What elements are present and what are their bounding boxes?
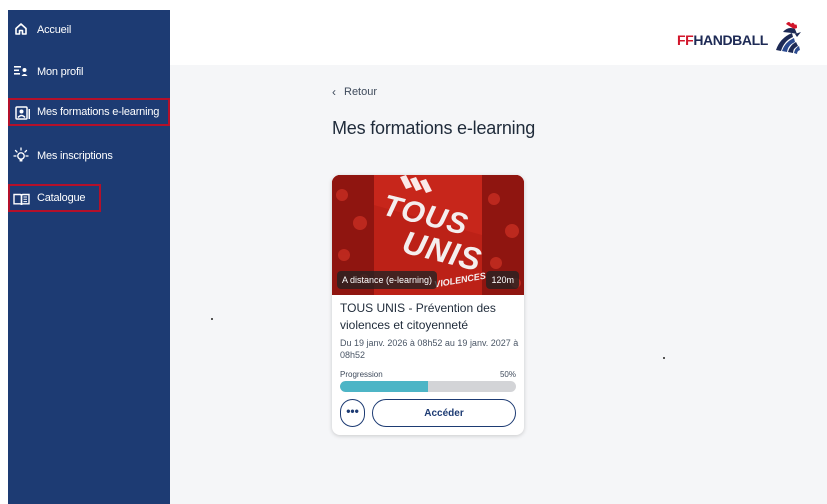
sidebar-item-label: Accueil — [37, 24, 72, 36]
more-options-button[interactable]: ••• — [340, 399, 365, 427]
ffhandball-logo[interactable]: FFHANDBALL — [677, 20, 806, 59]
sidebar-item-mon-profil[interactable]: Mon profil — [8, 58, 170, 86]
more-icon: ••• — [346, 403, 359, 418]
home-icon — [12, 20, 30, 38]
elearning-icon — [14, 104, 32, 122]
back-link[interactable]: ‹ Retour — [332, 85, 377, 99]
course-card: TOUS UNIS VIOLENCES A distance (e-learni… — [332, 175, 524, 435]
top-header: FFHANDBALL — [170, 10, 827, 65]
sidebar-item-label: Mes formations e-learning — [37, 106, 160, 118]
profile-icon — [12, 62, 30, 80]
stray-dot — [211, 318, 213, 320]
sidebar: Accueil Mon profil Mes formations e-lear… — [8, 10, 170, 504]
back-label: Retour — [344, 86, 378, 98]
course-title: TOUS UNIS - Prévention des violences et … — [340, 301, 496, 332]
main-content: ‹ Retour Mes formations e-learning TOUS … — [170, 65, 827, 504]
progress-bar — [340, 381, 516, 392]
course-thumbnail[interactable]: TOUS UNIS VIOLENCES A distance (e-learni… — [332, 175, 524, 295]
stray-dot — [663, 357, 665, 359]
lightbulb-icon — [12, 146, 30, 164]
page-title: Mes formations e-learning — [332, 118, 536, 138]
rooster-icon — [772, 20, 806, 59]
course-dates: Du 19 janv. 2026 à 08h52 au 19 janv. 202… — [340, 338, 519, 360]
access-button[interactable]: Accéder — [372, 399, 516, 427]
sidebar-item-catalogue[interactable]: Catalogue — [8, 184, 101, 212]
progress-value: 50% — [499, 370, 516, 379]
sidebar-item-accueil[interactable]: Accueil — [8, 16, 170, 44]
left-margin — [0, 0, 8, 504]
progress-label: Progression — [340, 370, 383, 379]
sidebar-item-mes-formations[interactable]: Mes formations e-learning — [8, 98, 170, 126]
book-icon — [12, 190, 30, 208]
duration-badge: 120m — [486, 271, 519, 289]
sidebar-item-label: Mon profil — [37, 66, 84, 78]
sidebar-item-label: Catalogue — [37, 192, 86, 204]
chevron-left-icon: ‹ — [332, 85, 336, 99]
progress-bar-fill — [340, 381, 428, 392]
sidebar-item-mes-inscriptions[interactable]: Mes inscriptions — [8, 142, 170, 170]
brand-wordmark: FFHANDBALL — [677, 31, 768, 48]
sidebar-item-label: Mes inscriptions — [37, 150, 113, 162]
delivery-mode-badge: A distance (e-learning) — [337, 271, 438, 289]
